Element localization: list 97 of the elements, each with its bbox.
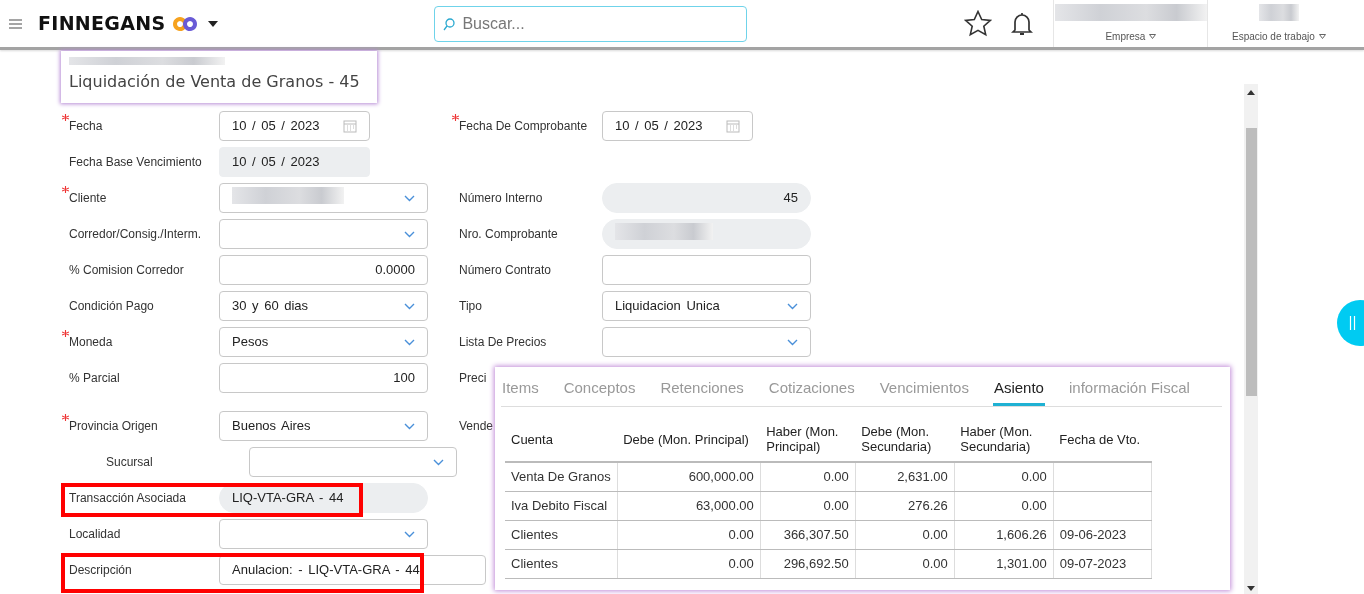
date-field[interactable]: 10 / 05 / 2023 xyxy=(219,111,370,141)
dropdown-label[interactable]: Espacio de trabajo xyxy=(1232,29,1315,44)
table-cell: 296,692.50 xyxy=(760,549,856,578)
menu-icon[interactable] xyxy=(9,18,22,29)
column-header: Haber (Mon. Secundaria) xyxy=(954,419,1054,462)
calendar-icon xyxy=(343,119,357,133)
select-field[interactable]: Buenos Aires xyxy=(219,411,428,441)
scrollbar[interactable] xyxy=(1244,84,1258,594)
chevron-down-icon xyxy=(433,458,444,466)
select-field[interactable]: Pesos xyxy=(219,327,428,357)
tab[interactable]: Asiento xyxy=(992,376,1045,406)
select-field[interactable] xyxy=(219,519,428,549)
table-cell: Iva Debito Fiscal xyxy=(505,491,618,520)
handle-icon xyxy=(1349,316,1356,330)
column-header: Cuenta xyxy=(505,419,618,462)
table-cell: 0.00 xyxy=(954,462,1054,491)
table-cell: Venta De Granos xyxy=(505,462,618,491)
blurred-text xyxy=(1258,4,1299,21)
infinity-logo-icon xyxy=(171,15,200,32)
select-field[interactable] xyxy=(219,183,428,213)
table-cell: 09-06-2023 xyxy=(1053,520,1152,549)
select-field[interactable] xyxy=(219,219,428,249)
search-field[interactable]: Buscar... xyxy=(434,5,748,42)
field-label: Número Interno xyxy=(458,190,543,207)
table-cell: 0.00 xyxy=(617,549,761,578)
table-cell: 09-07-2023 xyxy=(1053,549,1152,578)
field-label: Vende xyxy=(458,418,494,435)
table-cell: 600,000.00 xyxy=(617,462,761,491)
table-cell: 63,000.00 xyxy=(617,491,761,520)
table-cell: Clientes xyxy=(505,549,618,578)
field-label: Transacción Asociada xyxy=(68,490,186,507)
table-cell: 0.00 xyxy=(760,491,856,520)
chevron-down-icon xyxy=(404,194,415,202)
select-field[interactable] xyxy=(602,327,811,357)
column-header: Fecha de Vto. xyxy=(1053,419,1152,462)
text-field[interactable] xyxy=(602,255,811,285)
date-field: 10 / 05 / 2023 xyxy=(219,147,370,177)
table-cell: 1,606.26 xyxy=(954,520,1054,549)
chevron-down-icon xyxy=(787,302,798,310)
table-cell: 0.00 xyxy=(617,520,761,549)
search-icon xyxy=(443,17,456,31)
column-header: Debe (Mon. Secundaria) xyxy=(855,419,955,462)
text-field[interactable]: Anulacion: - LIQ-VTA-GRA - 44 xyxy=(219,555,486,585)
field-label: Número Contrato xyxy=(458,262,552,279)
column-header: Debe (Mon. Principal) xyxy=(617,419,761,462)
table-cell: 366,307.50 xyxy=(760,520,856,549)
field-label: Nro. Comprobante xyxy=(458,226,558,243)
page-title: Liquidación de Venta de Granos - 45 xyxy=(69,71,361,93)
calendar-icon xyxy=(726,119,740,133)
bell-icon[interactable] xyxy=(1011,10,1034,37)
table-cell: 0.00 xyxy=(954,491,1054,520)
field-label: Preci xyxy=(458,370,487,387)
caret-icon xyxy=(1149,34,1157,39)
field-label: Condición Pago xyxy=(68,298,154,315)
chevron-down-icon xyxy=(404,302,415,310)
select-field[interactable]: 30 y 60 dias xyxy=(219,291,428,321)
field-label: Fecha De Comprobante xyxy=(459,118,588,135)
table-cell: 0.00 xyxy=(855,549,955,578)
field-label: Provincia Origen xyxy=(69,418,158,435)
field-label: % Comision Corredor xyxy=(68,262,184,279)
chevron-down-icon xyxy=(787,338,798,346)
scrollbar-thumb[interactable] xyxy=(1246,128,1257,396)
table-cell: 1,301.00 xyxy=(954,549,1054,578)
caret-icon[interactable] xyxy=(208,20,219,27)
brand-logo[interactable]: FINNEGANS xyxy=(38,9,166,38)
field-label: Moneda xyxy=(69,334,113,351)
star-icon[interactable] xyxy=(964,10,993,37)
table-cell: Clientes xyxy=(505,520,618,549)
readonly-field: 45 xyxy=(602,183,811,213)
table-cell: 0.00 xyxy=(855,520,955,549)
field-label: Fecha Base Vencimiento xyxy=(68,154,202,171)
select-field[interactable]: Liquidacion Unica xyxy=(602,291,811,321)
chevron-down-icon xyxy=(404,530,415,538)
scroll-down-icon xyxy=(1247,586,1255,591)
column-header: Haber (Mon. Principal) xyxy=(760,419,856,462)
caret-icon xyxy=(1318,34,1326,39)
chevron-down-icon xyxy=(404,230,415,238)
dropdown-label[interactable]: Empresa xyxy=(1105,29,1146,44)
scroll-up-icon xyxy=(1247,90,1255,95)
table-cell: 2,631.00 xyxy=(855,462,955,491)
field-label: % Parcial xyxy=(68,370,120,387)
select-field[interactable] xyxy=(249,447,457,477)
chevron-down-icon xyxy=(404,422,415,430)
number-field[interactable]: 100 xyxy=(219,363,428,393)
field-label: Cliente xyxy=(69,190,107,207)
number-field[interactable]: 0.0000 xyxy=(219,255,428,285)
field-label: Descripción xyxy=(68,562,132,579)
table-cell: 0.00 xyxy=(760,462,856,491)
table-cell: 276.26 xyxy=(855,491,955,520)
field-label: Tipo xyxy=(458,298,482,315)
date-field[interactable]: 10 / 05 / 2023 xyxy=(602,111,753,141)
field-label: Sucursal xyxy=(105,454,153,471)
chevron-down-icon xyxy=(404,338,415,346)
field-label: Localidad xyxy=(68,526,121,543)
field-label: Fecha xyxy=(69,118,103,135)
field-label: Corredor/Consig./Interm. xyxy=(68,226,202,243)
field-label: Lista De Precios xyxy=(458,334,547,351)
